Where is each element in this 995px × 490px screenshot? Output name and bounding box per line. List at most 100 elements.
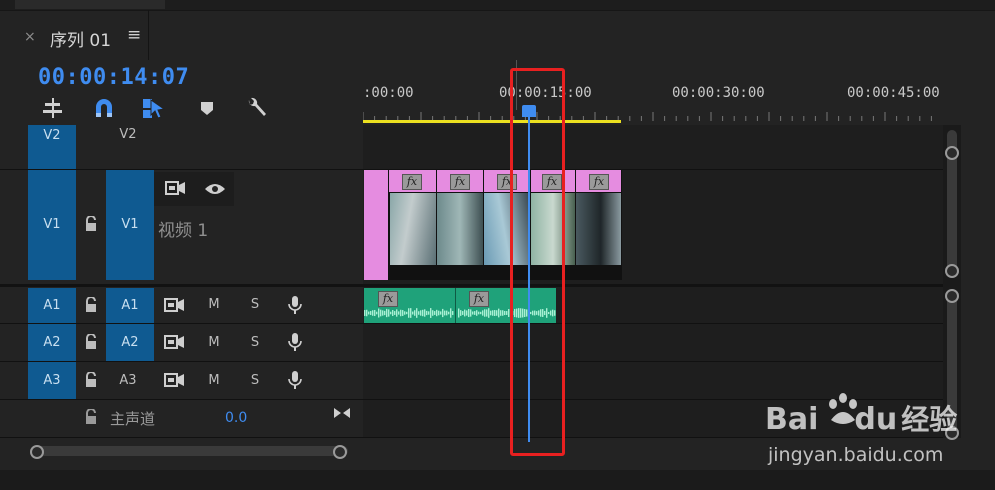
v1-clip-2-thumbnail xyxy=(437,193,483,265)
waveform-bar xyxy=(390,311,392,315)
waveform-bar xyxy=(374,309,376,317)
waveform-bar xyxy=(502,310,504,316)
waveform-bar xyxy=(394,311,396,315)
v1-lock-icon[interactable] xyxy=(84,215,98,232)
v2-track-label[interactable]: V2 xyxy=(118,127,138,145)
a2-voiceover-mic-icon[interactable] xyxy=(288,332,302,352)
a2-solo-button[interactable]: S xyxy=(246,335,264,350)
a3-track-label[interactable]: A3 xyxy=(118,373,138,388)
a3-source-label: A3 xyxy=(43,373,61,388)
row-separator xyxy=(0,361,943,362)
v1-source-target[interactable]: V1 xyxy=(28,170,76,280)
waveform-bar xyxy=(452,311,454,315)
timeline-settings-wrench-icon[interactable] xyxy=(245,97,267,119)
top-strip xyxy=(0,0,995,11)
waveform-bar xyxy=(482,310,484,316)
v2-source-target[interactable]: V2 xyxy=(28,125,76,169)
waveform-bar xyxy=(458,308,460,318)
a3-lock-icon[interactable] xyxy=(84,371,98,388)
a1-voiceover-mic-icon[interactable] xyxy=(288,295,302,315)
waveform-bar xyxy=(474,311,476,315)
waveform-bar xyxy=(418,311,420,315)
v1-clip-2-fx-badge[interactable]: fx xyxy=(450,174,470,190)
a1-track-target[interactable]: A1 xyxy=(106,288,154,323)
waveform-bar xyxy=(472,311,474,315)
waveform-bar xyxy=(484,309,486,317)
watermark-brand-bai: Bai xyxy=(765,402,819,437)
waveform-bar xyxy=(432,310,434,316)
insert-nest-icon[interactable] xyxy=(42,97,64,119)
horizontal-scroll-thumb[interactable] xyxy=(30,446,348,456)
a3-sync-lock-icon[interactable] xyxy=(164,372,186,388)
waveform-bar xyxy=(372,310,374,316)
waveform-bar xyxy=(386,308,388,318)
video-scroll-top-handle[interactable] xyxy=(945,146,959,160)
waveform-bar xyxy=(506,311,508,315)
linked-selection-icon[interactable] xyxy=(142,97,166,119)
waveform-bar xyxy=(468,308,470,318)
waveform-bar xyxy=(422,309,424,317)
v1-sync-lock-icon[interactable] xyxy=(165,180,187,196)
waveform-bar xyxy=(402,310,404,316)
row-separator xyxy=(0,284,943,287)
work-area-bar[interactable] xyxy=(363,120,621,123)
v1-clip-5-thumbnail xyxy=(576,193,621,265)
a1-sync-lock-icon[interactable] xyxy=(164,297,186,313)
highlight-annotation-box xyxy=(510,68,565,456)
snap-magnet-icon[interactable] xyxy=(93,97,115,119)
a1-mute-button[interactable]: M xyxy=(205,297,223,312)
sequence-tab-title[interactable]: 序列 01 xyxy=(50,26,111,51)
waveform-bar xyxy=(496,310,498,316)
close-tab-icon[interactable]: × xyxy=(24,29,36,45)
add-marker-icon[interactable] xyxy=(198,97,220,119)
playhead-timecode[interactable]: 00:00:14:07 xyxy=(38,65,189,90)
waveform-bar xyxy=(368,311,370,315)
a2-source-target[interactable]: A2 xyxy=(28,324,76,361)
waveform-bar xyxy=(450,308,452,318)
panel-menu-icon[interactable]: ≡ xyxy=(127,25,141,45)
waveform-bar xyxy=(438,310,440,316)
waveform-bar xyxy=(460,310,462,316)
master-collapse-icon[interactable] xyxy=(333,404,351,418)
a3-voiceover-mic-icon[interactable] xyxy=(288,370,302,390)
a1-solo-button[interactable]: S xyxy=(246,297,264,312)
v1-clip-5-fx-badge[interactable]: fx xyxy=(589,174,609,190)
waveform-bar xyxy=(382,310,384,316)
v1-track-name[interactable]: 视频 1 xyxy=(158,216,208,241)
v1-eye-icon[interactable] xyxy=(204,181,226,195)
v1-track-target[interactable]: V1 xyxy=(106,170,154,280)
waveform-bar xyxy=(444,310,446,316)
waveform-bar xyxy=(430,308,432,318)
a2-mute-button[interactable]: M xyxy=(205,335,223,350)
v1-clip-1-thumbnail xyxy=(390,193,436,265)
video-scroll-bottom-handle[interactable] xyxy=(945,264,959,278)
a2-source-label: A2 xyxy=(43,335,61,350)
a3-solo-button[interactable]: S xyxy=(246,373,264,388)
watermark-url: jingyan.baidu.com xyxy=(768,444,944,466)
a2-sync-lock-icon[interactable] xyxy=(164,334,186,350)
horizontal-scroll-right-handle[interactable] xyxy=(333,445,347,459)
a3-source-target[interactable]: A3 xyxy=(28,362,76,399)
waveform-bar xyxy=(380,309,382,317)
v1-clip-0[interactable] xyxy=(364,170,388,280)
waveform-bar xyxy=(396,309,398,317)
a1-source-target[interactable]: A1 xyxy=(28,288,76,323)
master-volume-value[interactable]: 0.0 xyxy=(225,410,247,426)
waveform-bar xyxy=(408,308,410,318)
a2-track-target[interactable]: A2 xyxy=(106,324,154,361)
waveform-bar xyxy=(478,311,480,315)
horizontal-scroll-left-handle[interactable] xyxy=(30,445,44,459)
master-lock-icon[interactable] xyxy=(84,408,98,425)
a3-mute-button[interactable]: M xyxy=(205,373,223,388)
a1-lock-icon[interactable] xyxy=(84,296,98,313)
v1-clip-1-fx-badge[interactable]: fx xyxy=(402,174,422,190)
waveform-bar xyxy=(490,310,492,316)
waveform-bar xyxy=(412,311,414,315)
waveform-bar xyxy=(406,311,408,315)
a2-lock-icon[interactable] xyxy=(84,333,98,350)
audio-scroll-top-handle[interactable] xyxy=(945,289,959,303)
waveform-bar xyxy=(436,309,438,317)
watermark-brand-jingyan: 经验 xyxy=(901,403,958,436)
waveform-bar xyxy=(492,310,494,316)
waveform-bar xyxy=(398,311,400,315)
